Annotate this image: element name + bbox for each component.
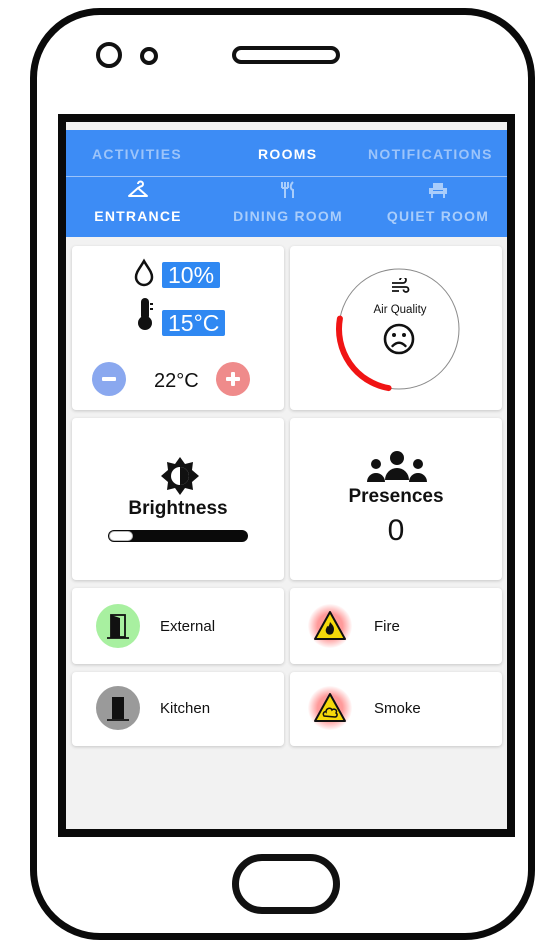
smoke-warning-icon <box>308 686 352 730</box>
tab-notifications[interactable]: NOTIFICATIONS <box>368 146 493 162</box>
presences-card: Presences 0 <box>290 418 502 580</box>
front-camera-icon <box>96 42 122 68</box>
setpoint-value: 22°C <box>154 370 199 392</box>
climate-card: 10% 15°C 22°C <box>72 246 284 410</box>
air-quality-card: Air Quality <box>290 246 502 410</box>
sensor-name: External <box>160 618 216 635</box>
tab-activities[interactable]: ACTIVITIES <box>92 146 182 162</box>
brightness-slider[interactable] <box>108 530 248 542</box>
hanger-icon <box>84 180 192 202</box>
sad-face-icon <box>382 322 416 361</box>
room-tab-entrance[interactable]: ENTRANCE <box>84 180 192 224</box>
sensor-card-external[interactable]: External <box>72 588 284 664</box>
sensor-name: Smoke <box>374 700 421 717</box>
fire-warning-icon <box>308 604 352 648</box>
tab-rooms[interactable]: ROOMS <box>258 146 317 162</box>
top-tab-bar: ACTIVITIES ROOMS NOTIFICATIONS <box>66 130 507 177</box>
room-tab-quiet-room[interactable]: QUIET ROOM <box>380 180 496 224</box>
brightness-label: Brightness <box>128 498 228 519</box>
sensor-name: Kitchen <box>160 700 211 717</box>
thermometer-icon <box>136 296 154 337</box>
presences-count: 0 <box>387 514 405 547</box>
room-tab-dining-room[interactable]: DINING ROOM <box>222 180 354 224</box>
fork-knife-icon <box>222 180 354 202</box>
sensor-card-fire[interactable]: Fire <box>290 588 502 664</box>
brightness-card: Brightness <box>72 418 284 580</box>
app-bar: ACTIVITIES ROOMS NOTIFICATIONS ENTRANCE … <box>66 130 507 237</box>
brightness-slider-fill <box>109 531 133 541</box>
armchair-icon <box>380 180 496 202</box>
app-screen: ACTIVITIES ROOMS NOTIFICATIONS ENTRANCE … <box>58 114 515 837</box>
speaker-grille <box>232 46 340 64</box>
temperature-value: 15°C <box>162 310 226 336</box>
wind-icon <box>390 276 410 299</box>
water-drop-icon <box>132 258 156 293</box>
sensor-card-kitchen[interactable]: Kitchen <box>72 672 284 746</box>
sensor-name: Fire <box>374 618 400 635</box>
presences-label: Presences <box>348 486 444 507</box>
sensor-icon <box>140 47 158 65</box>
closed-door-icon <box>96 686 140 730</box>
room-tab-label: ENTRANCE <box>94 208 182 224</box>
increase-setpoint-button[interactable] <box>216 362 250 396</box>
home-button[interactable] <box>232 854 340 914</box>
open-door-icon <box>96 604 140 648</box>
brightness-icon <box>160 456 200 501</box>
room-tab-label: DINING ROOM <box>233 208 343 224</box>
people-group-icon <box>362 450 432 491</box>
humidity-value: 10% <box>162 262 221 288</box>
decrease-setpoint-button[interactable] <box>92 362 126 396</box>
room-tab-label: QUIET ROOM <box>386 208 490 224</box>
air-quality-label: Air Quality <box>373 304 427 316</box>
sensor-card-smoke[interactable]: Smoke <box>290 672 502 746</box>
